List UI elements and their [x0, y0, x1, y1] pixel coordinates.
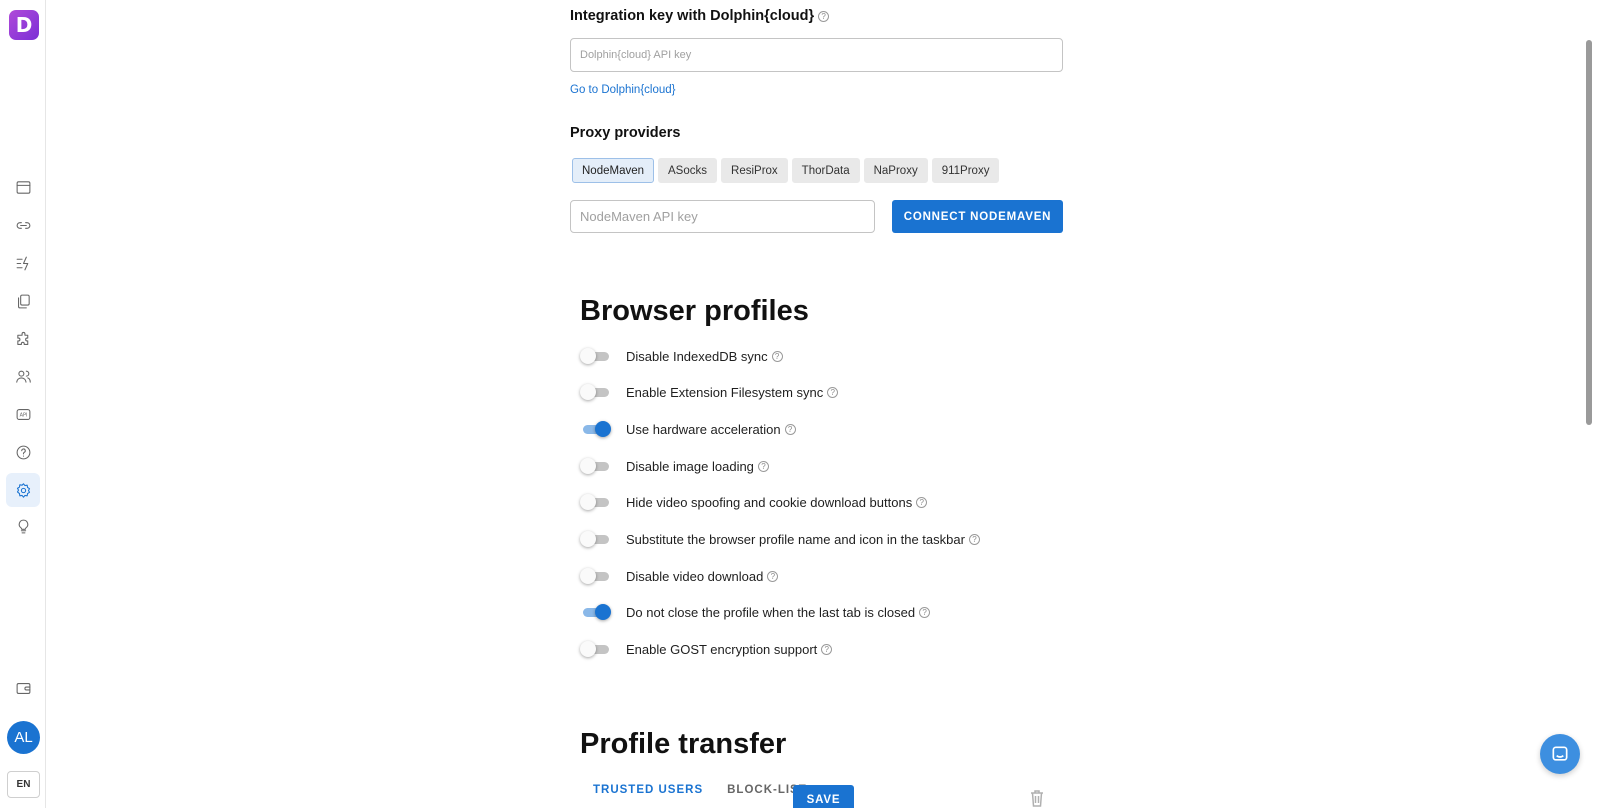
setting-label: Do not close the profile when the last t… — [626, 604, 916, 620]
go-to-dolphin-cloud-link[interactable]: Go to Dolphin{cloud} — [570, 84, 676, 96]
nodemaven-api-key-input[interactable]: NodeMaven API key — [570, 200, 875, 233]
setting-label: Enable GOST encryption support — [626, 641, 818, 657]
help-icon[interactable]: ? — [968, 533, 980, 545]
chat-button[interactable] — [1540, 734, 1580, 774]
help-icon[interactable]: ? — [771, 350, 783, 362]
setting-label: Enable Extension Filesystem sync — [626, 384, 824, 400]
toggle-switch[interactable] — [580, 346, 610, 366]
connect-nodemaven-button[interactable]: CONNECT NODEMAVEN — [892, 200, 1063, 233]
setting-label: Use hardware acceleration — [626, 421, 781, 437]
automation-icon[interactable] — [11, 251, 35, 275]
proxy-provider-tabs: NodeMaven ASocks ResiProx ThorData NaPro… — [572, 158, 1000, 183]
setting-label: Disable video download — [626, 568, 764, 584]
help-icon[interactable]: ? — [821, 643, 833, 655]
setting-row: Enable GOST encryption support? — [580, 639, 833, 659]
tab-asocks[interactable]: ASocks — [658, 158, 718, 183]
browser-profiles-title: Browser profiles — [580, 295, 809, 327]
setting-row: Disable IndexedDB sync? — [580, 346, 783, 366]
toggle-switch[interactable] — [580, 566, 610, 586]
tab-nodemaven[interactable]: NodeMaven — [572, 158, 655, 183]
setting-row: Disable video download? — [580, 566, 779, 586]
help-icon[interactable]: ? — [767, 570, 779, 582]
trash-icon[interactable] — [1029, 789, 1045, 808]
link-icon[interactable] — [11, 213, 35, 237]
profile-transfer-title: Profile transfer — [580, 728, 787, 760]
setting-label: Substitute the browser profile name and … — [626, 531, 965, 547]
wallet-icon[interactable] — [11, 676, 35, 700]
dolphin-cloud-api-key-input[interactable]: Dolphin{cloud} API key — [570, 38, 1063, 72]
scrollbar[interactable] — [1586, 40, 1592, 425]
setting-row: Do not close the profile when the last t… — [580, 602, 931, 622]
tab-resiprox[interactable]: ResiProx — [721, 158, 788, 183]
settings-icon[interactable] — [6, 473, 40, 507]
language-selector[interactable]: EN — [7, 771, 40, 798]
setting-row: Enable Extension Filesystem sync? — [580, 382, 839, 402]
tab-911proxy[interactable]: 911Proxy — [931, 158, 1000, 183]
sidebar: D API AL EN — [0, 0, 46, 808]
svg-text:API: API — [19, 412, 27, 418]
tab-naproxy[interactable]: NaProxy — [863, 158, 928, 183]
setting-label: Hide video spoofing and cookie download … — [626, 494, 913, 510]
help-icon[interactable]: ? — [919, 606, 931, 618]
app-logo[interactable]: D — [9, 10, 39, 40]
help-icon[interactable]: ? — [827, 386, 839, 398]
integration-section-title: Integration key with Dolphin{cloud}? — [570, 8, 830, 24]
help-icon[interactable]: ? — [757, 460, 769, 472]
toggle-switch[interactable] — [580, 529, 610, 549]
help-icon[interactable]: ? — [818, 10, 830, 22]
copy-icon[interactable] — [11, 289, 35, 313]
toggle-switch[interactable] — [580, 419, 611, 439]
browser-window-icon[interactable] — [11, 175, 35, 199]
integration-title-text: Integration key with Dolphin{cloud} — [570, 8, 815, 24]
setting-label: Disable image loading — [626, 458, 754, 474]
avatar[interactable]: AL — [7, 721, 40, 754]
help-icon[interactable]: ? — [916, 496, 928, 508]
help-icon[interactable] — [11, 440, 35, 464]
save-button[interactable]: SAVE — [793, 785, 854, 808]
chat-icon — [1552, 746, 1568, 761]
toggle-switch[interactable] — [580, 639, 610, 659]
bulb-icon[interactable] — [11, 514, 35, 538]
users-icon[interactable] — [11, 364, 35, 388]
setting-row: Disable image loading? — [580, 456, 769, 476]
setting-row: Hide video spoofing and cookie download … — [580, 492, 928, 512]
tab-trusted-users[interactable]: TRUSTED USERS — [593, 784, 703, 796]
api-icon[interactable]: API — [11, 402, 35, 426]
toggle-switch[interactable] — [580, 382, 610, 402]
toggle-switch[interactable] — [580, 456, 610, 476]
setting-row: Substitute the browser profile name and … — [580, 529, 980, 549]
help-icon[interactable]: ? — [784, 423, 796, 435]
toggle-switch[interactable] — [580, 602, 611, 622]
toggle-switch[interactable] — [580, 492, 610, 512]
setting-row: Use hardware acceleration? — [580, 419, 796, 439]
setting-label: Disable IndexedDB sync — [626, 348, 768, 364]
tab-thordata[interactable]: ThorData — [791, 158, 860, 183]
proxy-providers-title: Proxy providers — [570, 125, 681, 141]
puzzle-icon[interactable] — [11, 327, 35, 351]
